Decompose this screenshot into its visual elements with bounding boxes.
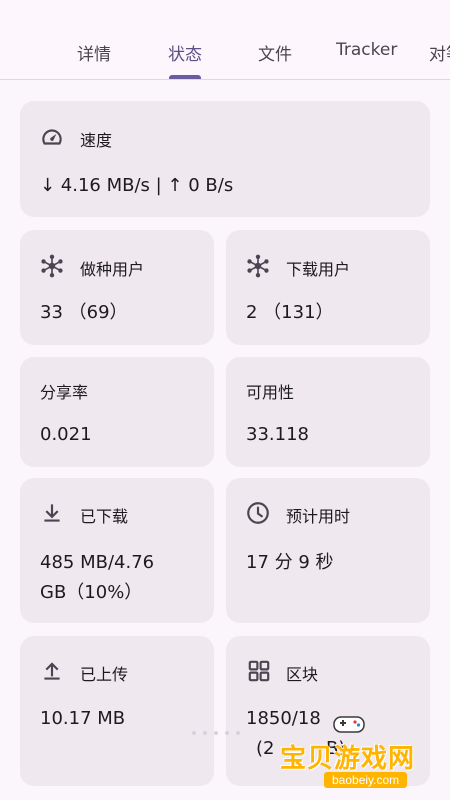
leechers-card: 下载用户 2 （131） [226,230,430,345]
downloaded-title: 已下载 [80,507,129,526]
downloaded-value-line1: 485 MB/4.76 [40,552,155,573]
uploaded-card: 已上传 10.17 MB [20,636,214,786]
page-indicator-dots [192,731,240,735]
upload-icon [39,658,65,684]
uploaded-title: 已上传 [80,665,129,684]
tab-details[interactable]: 详情 [77,40,111,65]
leechers-value: 2 （131） [246,302,334,323]
pieces-value-line2: (2 [256,738,275,759]
eta-title: 预计用时 [286,507,351,526]
uploaded-value: 10.17 MB [40,708,126,729]
watermark-url: baobeiy.com [324,772,408,788]
seeders-title: 做种用户 [80,260,145,279]
tab-tracker[interactable]: Tracker [336,40,397,60]
tab-status[interactable]: 状态 [168,40,202,65]
ratio-value: 0.021 [40,424,92,445]
page-dot [236,731,240,735]
gamepad-icon [332,712,366,736]
hub-icon [39,253,65,279]
pieces-title: 区块 [286,665,319,684]
clock-icon [245,500,271,526]
tab-peers[interactable]: 对等 [429,40,450,65]
speed-value: ↓ 4.16 MB/s | ↑ 0 B/s [40,175,234,196]
grid-icon [246,658,272,684]
tab-files[interactable]: 文件 [258,40,292,65]
downloaded-card: 已下载 485 MB/4.76 GB（10%） [20,478,214,623]
page-dot [192,731,196,735]
speed-card: 速度 ↓ 4.16 MB/s | ↑ 0 B/s [20,101,430,217]
tab-active-indicator [169,75,201,79]
seeders-card: 做种用户 33 （69） [20,230,214,345]
leechers-title: 下载用户 [286,260,351,279]
seeders-value: 33 （69） [40,302,128,323]
downloaded-value-line2: GB（10%） [40,582,143,603]
ratio-title: 分享率 [40,383,89,402]
eta-value: 17 分 9 秒 [246,552,334,573]
eta-card: 预计用时 17 分 9 秒 [226,478,430,623]
watermark-text: 宝贝游戏网 [280,744,416,774]
availability-title: 可用性 [246,383,295,402]
availability-card: 可用性 33.118 [226,357,430,467]
speedometer-icon [39,124,65,150]
page-dot [203,731,207,735]
hub-icon [245,253,271,279]
tab-bar: 详情 状态 文件 Tracker 对等 [0,0,450,80]
speed-title: 速度 [80,131,113,150]
page-dot [214,731,218,735]
availability-value: 33.118 [246,424,309,445]
download-icon [39,500,65,526]
watermark: 宝贝游戏网 baobeiy.com [280,712,450,800]
ratio-card: 分享率 0.021 [20,357,214,467]
page-dot [225,731,229,735]
